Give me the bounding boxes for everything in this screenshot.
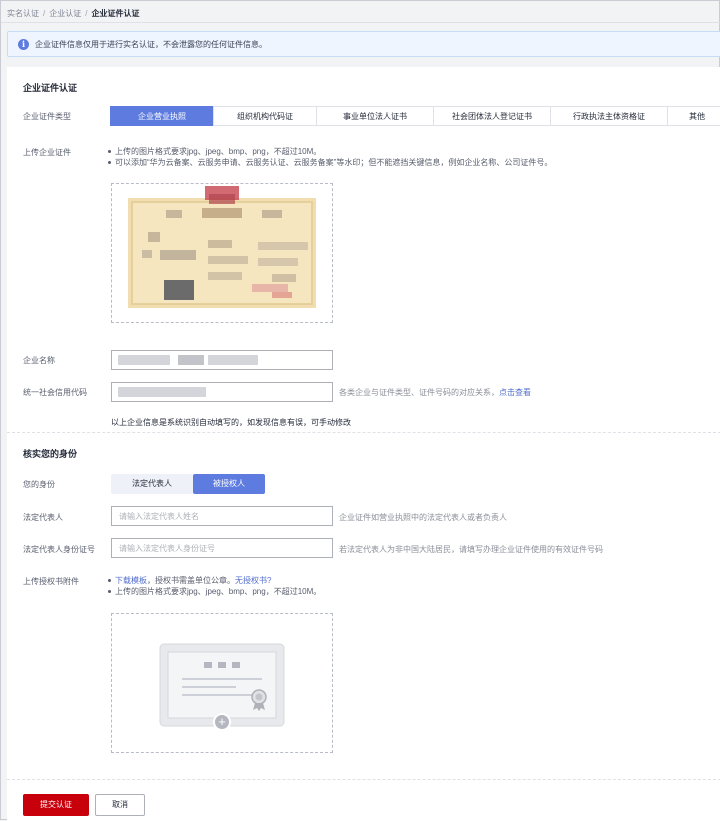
- footer-divider: [7, 779, 720, 780]
- legal-rep-id-input[interactable]: [111, 538, 333, 558]
- tab-public-institution-cert[interactable]: 事业单位法人证书: [316, 106, 434, 126]
- auto-fill-note: 以上企业信息是系统识别自动填写的，如发现信息有误，可手动修改: [111, 418, 351, 427]
- legal-rep-label: 法定代表人: [23, 513, 63, 522]
- cert-type-label: 企业证件类型: [23, 112, 71, 121]
- info-icon: i: [18, 38, 29, 50]
- page-frame: 实名认证 / 企业认证 / 企业证件认证 i 企业证件信息仅用于进行实名认证，不会泄露您…: [0, 0, 720, 821]
- redacted-company-name: [118, 355, 170, 365]
- company-name-input[interactable]: [111, 350, 333, 370]
- credit-code-hint-text: 各类企业与证件类型、证件号码的对应关系，: [339, 388, 499, 397]
- cert-type-tabs: 企业营业执照 组织机构代码证 事业单位法人证书 社会团体法人登记证书 行政执法主…: [110, 106, 720, 126]
- cert-upload-area[interactable]: [111, 183, 333, 323]
- redacted-company-name: [208, 355, 258, 365]
- notice-banner: i 企业证件信息仅用于进行实名认证，不会泄露您的任何证件信息。: [7, 31, 720, 57]
- upload-cert-label: 上传企业证件: [23, 148, 71, 157]
- breadcrumb-item-realname[interactable]: 实名认证: [7, 9, 39, 18]
- auth-upload-area[interactable]: +: [111, 613, 333, 753]
- upload-cert-tips: 上传的图片格式要求jpg、jpeg、bmp、png，不超过10M。 可以添加“华…: [107, 146, 552, 168]
- credit-code-input[interactable]: [111, 382, 333, 402]
- company-name-label: 企业名称: [23, 356, 55, 365]
- auth-tip-template-text: ，授权书需盖单位公章。: [147, 576, 235, 585]
- legal-rep-name-input[interactable]: [111, 506, 333, 526]
- auth-tip-format: 上传的图片格式要求jpg、jpeg、bmp、png，不超过10M。: [107, 586, 321, 597]
- auth-upload-label: 上传授权书附件: [23, 577, 79, 586]
- download-template-link[interactable]: 下载模板: [115, 576, 147, 585]
- tab-org-code-cert[interactable]: 组织机构代码证: [213, 106, 317, 126]
- tab-law-enforcement-cert[interactable]: 行政执法主体资格证: [550, 106, 668, 126]
- cert-section-title: 企业证件认证: [23, 83, 78, 93]
- role-legal-representative-button[interactable]: 法定代表人: [111, 474, 193, 494]
- legal-rep-id-label: 法定代表人身份证号: [23, 545, 95, 554]
- auth-upload-tips: 下载模板，授权书需盖单位公章。无授权书? 上传的图片格式要求jpg、jpeg、b…: [107, 575, 321, 597]
- tab-social-org-cert[interactable]: 社会团体法人登记证书: [433, 106, 551, 126]
- breadcrumb-separator: /: [85, 9, 88, 18]
- upload-tip-format: 上传的图片格式要求jpg、jpeg、bmp、png，不超过10M。: [107, 146, 552, 157]
- notice-text: 企业证件信息仅用于进行实名认证，不会泄露您的任何证件信息。: [35, 39, 267, 49]
- role-authorized-person-button[interactable]: 被授权人: [193, 474, 265, 494]
- role-label: 您的身份: [23, 480, 55, 489]
- credit-code-hint: 各类企业与证件类型、证件号码的对应关系，点击查看: [339, 387, 531, 398]
- tab-other[interactable]: 其他: [667, 106, 720, 126]
- cancel-button[interactable]: 取消: [95, 794, 145, 816]
- identity-section-title: 核实您的身份: [23, 449, 78, 459]
- submit-button[interactable]: 提交认证: [23, 794, 89, 816]
- legal-rep-id-hint: 若法定代表人为非中国大陆居民，请填写办理企业证件使用的有效证件号码: [339, 545, 603, 554]
- legal-rep-hint: 企业证件如营业执照中的法定代表人或者负责人: [339, 513, 507, 522]
- auth-tip-template: 下载模板，授权书需盖单位公章。无授权书?: [107, 575, 321, 586]
- redacted-credit-code: [118, 387, 206, 397]
- upload-tip-watermark: 可以添加“华为云备案、云服务申请、云服务认证、云服务备案”等水印；但不能遮挡关键…: [107, 157, 552, 168]
- redacted-company-name: [178, 355, 204, 365]
- breadcrumb: 实名认证 / 企业认证 / 企业证件认证: [7, 8, 139, 19]
- breadcrumb-separator: /: [43, 9, 46, 18]
- no-authorization-link[interactable]: 无授权书?: [235, 576, 271, 585]
- header-divider: [1, 22, 720, 23]
- certificate-placeholder-icon: [159, 643, 285, 727]
- business-license-preview-image: [128, 186, 316, 308]
- credit-code-label: 统一社会信用代码: [23, 388, 87, 397]
- credit-code-view-link[interactable]: 点击查看: [499, 388, 531, 397]
- breadcrumb-item-enterprise[interactable]: 企业认证: [49, 9, 81, 18]
- tab-business-license[interactable]: 企业营业执照: [110, 106, 214, 126]
- breadcrumb-current: 企业证件认证: [91, 9, 140, 18]
- section-divider: [7, 432, 720, 433]
- form-card: 企业证件认证 企业证件类型 企业营业执照 组织机构代码证 事业单位法人证书 社会…: [7, 67, 720, 821]
- add-icon[interactable]: +: [213, 713, 231, 731]
